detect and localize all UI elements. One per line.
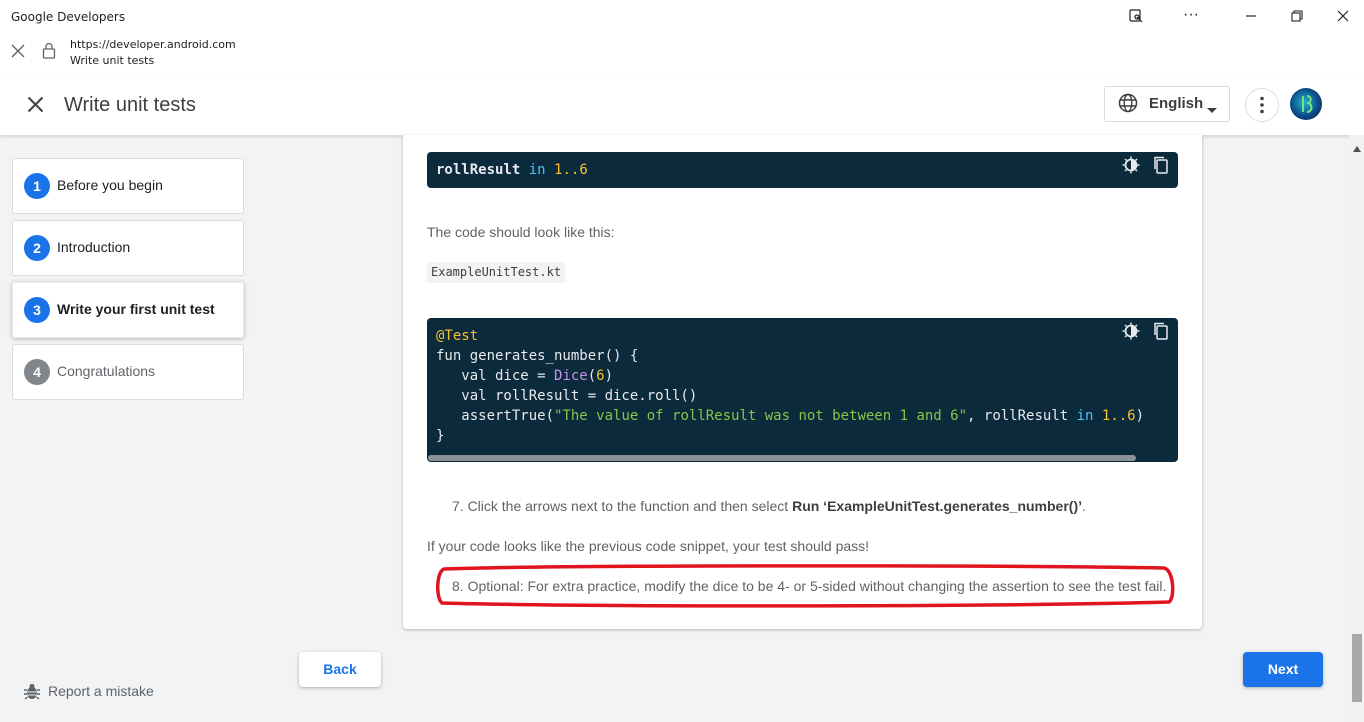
window-title: Google Developers	[11, 10, 126, 24]
url-text: https://developer.android.com	[70, 38, 236, 51]
step-8-instruction: 8. Optional: For extra practice, modify …	[452, 578, 1167, 594]
language-label: English	[1149, 95, 1204, 112]
avatar[interactable]	[1290, 88, 1322, 120]
step-number: 4	[24, 359, 50, 385]
theme-toggle-icon[interactable]	[1122, 322, 1140, 340]
lock-icon	[42, 42, 56, 64]
copy-icon[interactable]	[1152, 322, 1170, 340]
code-token: assertTrue(	[436, 408, 555, 424]
code-token: rollResult	[436, 162, 521, 178]
code-token: (	[587, 368, 597, 384]
step-label: Introduction	[57, 239, 131, 255]
page-scroll-thumb[interactable]	[1352, 634, 1362, 702]
step-label: Write your first unit test	[57, 301, 215, 317]
step-item-before-you-begin[interactable]: 1 Before you begin	[12, 158, 244, 214]
restore-icon[interactable]	[1287, 8, 1307, 26]
immersive-reader-icon[interactable]	[1126, 8, 1146, 26]
code-horizontal-scrollbar[interactable]	[428, 455, 1136, 461]
url-page-title: Write unit tests	[70, 54, 155, 67]
code-token: @Test	[436, 328, 479, 344]
copy-icon[interactable]	[1152, 156, 1170, 174]
more-menu-button[interactable]	[1245, 88, 1279, 122]
step-number: 2	[24, 235, 50, 261]
code-token: 6	[596, 368, 605, 384]
close-tab-icon[interactable]	[11, 44, 25, 63]
code-token: in	[1076, 408, 1094, 424]
code-block-range: rollResult in 1..6	[427, 152, 1178, 188]
step-item-write-first-unit-test[interactable]: 3 Write your first unit test	[12, 282, 244, 338]
close-window-icon[interactable]	[1333, 8, 1353, 26]
next-button[interactable]: Next	[1243, 652, 1323, 687]
code-token: )	[604, 368, 614, 384]
pass-paragraph: If your code looks like the previous cod…	[427, 538, 870, 554]
step-label: Before you begin	[57, 177, 163, 193]
code-token: )	[1135, 408, 1145, 424]
code-block-test: @Test fun generates_number() { val dice …	[427, 318, 1178, 462]
more-options-icon[interactable]: ···	[1181, 6, 1201, 24]
codelab-title: Write unit tests	[64, 94, 196, 116]
code-token: 1..6	[554, 162, 588, 178]
step-7-suffix: .	[1082, 498, 1086, 514]
back-button[interactable]: Back	[299, 652, 381, 687]
code-token: fun generates_number() {	[436, 348, 639, 364]
code-token: 1..6	[1093, 408, 1136, 424]
minimize-icon[interactable]	[1241, 8, 1261, 26]
report-mistake-link[interactable]: Report a mistake	[48, 683, 154, 699]
intro-paragraph: The code should look like this:	[427, 224, 615, 240]
theme-toggle-icon[interactable]	[1122, 156, 1140, 174]
code-token: val dice =	[436, 368, 555, 384]
step-7-text: 7. Click the arrows next to the function…	[452, 498, 793, 514]
code-token: val rollResult = dice.roll()	[436, 388, 698, 404]
step-number: 3	[24, 297, 50, 323]
code-token: , rollResult	[967, 408, 1077, 424]
step-label: Congratulations	[57, 363, 156, 379]
step-number: 1	[24, 173, 50, 199]
step-7-instruction: 7. Click the arrows next to the function…	[452, 498, 1086, 514]
file-name-chip: ExampleUnitTest.kt	[427, 262, 566, 283]
code-token: in	[528, 162, 546, 178]
step-7-bold-text: Run ‘ExampleUnitTest.generates_number()’	[792, 498, 1082, 514]
dropdown-arrow-icon	[1207, 101, 1217, 119]
code-token: }	[436, 428, 445, 444]
code-token: Dice	[554, 368, 588, 384]
scroll-up-arrow-icon[interactable]	[1352, 140, 1362, 158]
globe-icon	[1118, 93, 1138, 118]
bug-icon[interactable]	[23, 682, 41, 705]
step-item-congratulations[interactable]: 4 Congratulations	[12, 344, 244, 400]
vertical-dots-icon	[1260, 96, 1264, 114]
step-item-introduction[interactable]: 2 Introduction	[12, 220, 244, 276]
code-token: "The value of rollResult was not between…	[554, 408, 968, 424]
close-codelab-icon[interactable]	[27, 96, 44, 118]
